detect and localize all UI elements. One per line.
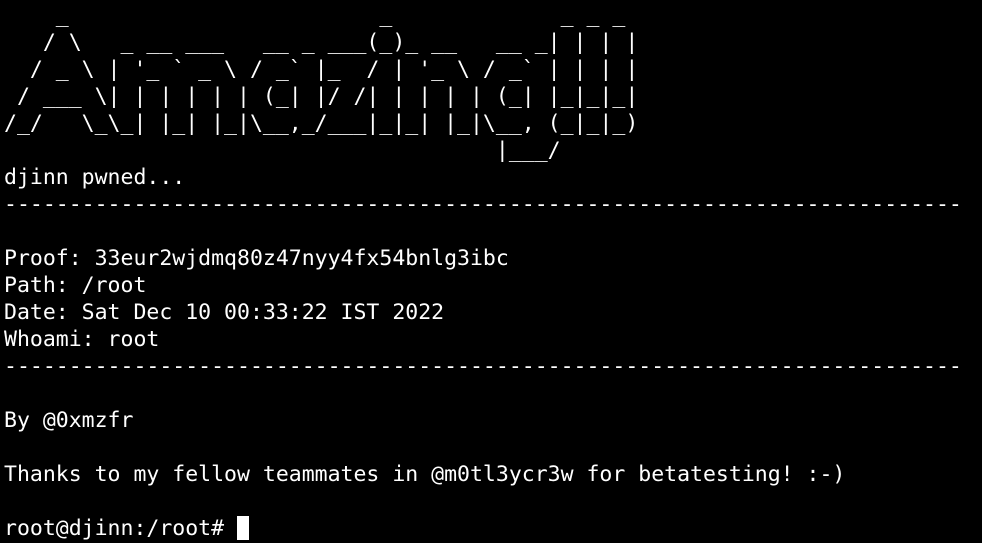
banner-line: /_/ \_\_| |_| |_|\__,_/___|_|_| |_|\__, … <box>4 111 639 136</box>
separator-line: ----------------------------------------… <box>4 192 962 217</box>
thanks-line: Thanks to my fellow teammates in @m0tl3y… <box>4 462 846 487</box>
proof-line: Proof: 33eur2wjdmq80z47nyy4fx54bnlg3ibc <box>4 246 509 271</box>
banner-line: / \ _ __ ___ __ _ ___(_)_ __ __ _| | | | <box>4 30 639 55</box>
whoami-line: Whoami: root <box>4 327 160 352</box>
ascii-art-banner: _ _ _ _ _ / \ _ __ ___ __ _ ___(_)_ __ _… <box>4 2 982 164</box>
banner-line: _ _ _ _ _ <box>4 3 639 28</box>
path-line: Path: /root <box>4 273 147 298</box>
banner-line: |___/ <box>4 138 639 163</box>
separator-line: ----------------------------------------… <box>4 354 962 379</box>
terminal-window[interactable]: _ _ _ _ _ / \ _ __ ___ __ _ ___(_)_ __ _… <box>0 0 982 543</box>
status-text: djinn pwned... <box>4 165 186 190</box>
author-line: By @0xmzfr <box>4 408 134 433</box>
command-prompt[interactable]: root@djinn:/root# <box>4 515 982 542</box>
banner-line: / ___ \| | | | | | (_| |/ /| | | | | (_|… <box>4 84 639 109</box>
prompt-text: root@djinn:/root# <box>4 516 225 541</box>
date-line: Date: Sat Dec 10 00:33:22 IST 2022 <box>4 300 445 325</box>
banner-line: / _ \ | '_ ` _ \ / _` |_ / | '_ \ / _` |… <box>4 57 639 82</box>
cursor-block <box>237 516 250 540</box>
